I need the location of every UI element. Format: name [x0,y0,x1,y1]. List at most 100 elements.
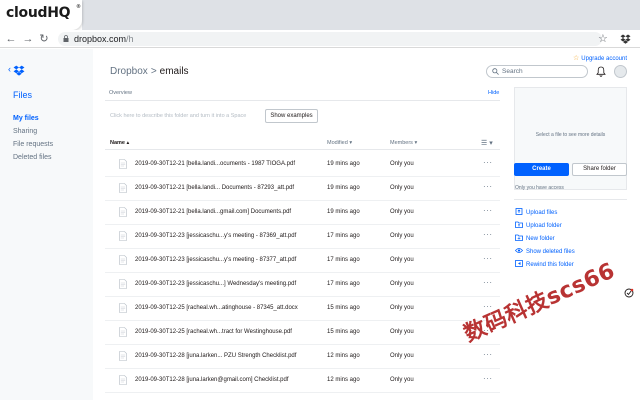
file-name[interactable]: 2019-09-30T12-25 [racheal.wh...atinghous… [135,305,298,311]
lock-icon [63,35,69,42]
file-modified: 19 mins ago [327,161,360,167]
file-members: Only you [390,209,414,215]
file-name[interactable]: 2019-09-30T12-21 [bella.landi...gmail.co… [135,209,291,215]
more-options-icon[interactable]: ··· [483,350,493,359]
back-icon[interactable]: ← [4,32,18,46]
file-modified: 12 mins ago [327,353,360,359]
rewind-folder-action[interactable]: Rewind this folder [515,260,574,268]
actions-divider [514,199,627,200]
show-examples-button[interactable]: Show examples [265,109,318,123]
column-members[interactable]: Members ▾ [390,140,417,146]
sidebar: ‹ Files My files Sharing File requests D… [0,49,93,400]
dropbox-icon [13,65,25,76]
browser-tabstrip: cloudHQ ® [0,0,640,30]
table-row[interactable]: 2019-09-30T12-21 [bella.landi...gmail.co… [105,201,500,225]
address-bar[interactable]: dropbox.com/h [58,32,602,46]
url-host: dropbox.com [74,34,127,44]
reload-icon[interactable]: ↻ [37,32,51,46]
upgrade-label: Upgrade account [581,56,627,62]
sidebar-item-sharing[interactable]: Sharing [13,128,37,135]
file-name[interactable]: 2019-09-30T12-28 [juna.larken@gmail.com]… [135,377,289,383]
overview-label: Overview [109,90,132,96]
file-name[interactable]: 2019-09-30T12-23 [jessicaschu...y's meet… [135,257,296,263]
file-thumbnail-icon [119,327,127,337]
upload-folder-action[interactable]: Upload folder [515,221,562,229]
hide-overview-link[interactable]: Hide [488,90,499,96]
dropbox-extension-icon[interactable] [620,34,631,44]
table-row[interactable]: 2019-09-30T12-28 [juna.larken@gmail.com]… [105,369,500,393]
table-row[interactable]: 2019-09-30T12-23 [jessicaschu...y's meet… [105,249,500,273]
file-thumbnail-icon [119,375,127,385]
more-options-icon[interactable]: ··· [483,374,493,383]
check-circle-icon[interactable] [624,288,634,298]
view-options-icon[interactable]: ☰ ▾ [481,139,493,147]
share-folder-button[interactable]: Share folder [572,163,627,176]
registered-mark: ® [76,4,81,10]
table-row[interactable]: 2019-09-30T12-25 [racheal.wh...tract for… [105,321,500,345]
cloudhq-tab[interactable]: cloudHQ ® [0,0,82,30]
more-options-icon[interactable]: ··· [483,182,493,191]
more-options-icon[interactable]: ··· [483,158,493,167]
file-members: Only you [390,161,414,167]
table-row[interactable]: 2019-09-30T12-25 [racheal.wh...atinghous… [105,297,500,321]
file-name[interactable]: 2019-09-30T12-23 [jessicaschu...] Wednes… [135,281,296,287]
column-modified[interactable]: Modified ▾ [327,140,352,146]
table-row[interactable]: 2019-09-30T12-28 [juna.larken... PZU Str… [105,345,500,369]
table-row[interactable]: 2019-09-30T12-21 [bella.landi... Documen… [105,177,500,201]
more-options-icon[interactable]: ··· [483,206,493,215]
bookmark-star-icon[interactable]: ☆ [598,32,608,45]
bell-icon[interactable] [596,66,606,77]
show-deleted-files-action[interactable]: Show deleted files [515,247,575,255]
file-name[interactable]: 2019-09-30T12-25 [racheal.wh...tract for… [135,329,292,335]
upload-files-label: Upload files [526,210,558,216]
preview-placeholder-text: Select a file to see more details [535,132,606,138]
upgrade-account-link[interactable]: ☆ Upgrade account [573,54,627,62]
more-options-icon[interactable]: ··· [483,278,493,287]
file-modified: 12 mins ago [327,377,360,383]
file-name[interactable]: 2019-09-30T12-21 [bella.landi... Documen… [135,185,294,191]
file-members: Only you [390,281,414,287]
create-button[interactable]: Create [514,163,569,176]
file-members: Only you [390,329,414,335]
show-deleted-files-label: Show deleted files [526,249,575,255]
sparkle-icon: ☆ [573,55,580,62]
access-text: Only you have access [515,185,564,191]
file-members: Only you [390,257,414,263]
breadcrumb: Dropbox > emails [110,66,189,77]
breadcrumb-current: emails [159,66,189,77]
table-row[interactable]: 2019-09-30T12-23 [jessicaschu...] Wednes… [105,273,500,297]
file-name[interactable]: 2019-09-30T12-23 [jessicaschu...y's meet… [135,233,296,239]
file-modified: 17 mins ago [327,281,360,287]
file-name[interactable]: 2019-09-30T12-21 [bella.landi...ocuments… [135,161,295,167]
file-thumbnail-icon [119,207,127,217]
sidebar-item-deleted-files[interactable]: Deleted files [13,154,52,161]
tabstrip-background [82,0,640,30]
folder-description-placeholder[interactable]: Click here to describe this folder and t… [110,113,246,119]
file-modified: 15 mins ago [327,305,360,311]
file-members: Only you [390,305,414,311]
search-box[interactable] [486,65,588,78]
file-thumbnail-icon [119,279,127,289]
new-folder-action[interactable]: New folder [515,234,555,242]
file-thumbnail-icon [119,303,127,313]
forward-icon[interactable]: → [21,32,35,46]
sidebar-title[interactable]: Files [13,90,32,100]
table-row[interactable]: 2019-09-30T12-21 [bella.landi...ocuments… [105,153,500,177]
breadcrumb-root[interactable]: Dropbox [110,66,148,77]
rewind-icon [515,260,523,267]
rewind-folder-label: Rewind this folder [526,262,574,268]
search-input[interactable] [502,67,582,76]
more-options-icon[interactable]: ··· [483,254,493,263]
new-folder-icon [515,234,523,241]
more-options-icon[interactable]: ··· [483,230,493,239]
file-members: Only you [390,377,414,383]
upload-files-action[interactable]: Upload files [515,208,557,216]
table-row[interactable]: 2019-09-30T12-23 [jessicaschu...y's meet… [105,225,500,249]
column-name[interactable]: Name ▴ [110,140,129,146]
sidebar-item-my-files[interactable]: My files [13,115,39,122]
file-modified: 17 mins ago [327,233,360,239]
file-name[interactable]: 2019-09-30T12-28 [juna.larken... PZU Str… [135,353,296,359]
file-thumbnail-icon [119,183,127,193]
avatar[interactable] [614,65,627,78]
sidebar-item-file-requests[interactable]: File requests [13,141,53,148]
